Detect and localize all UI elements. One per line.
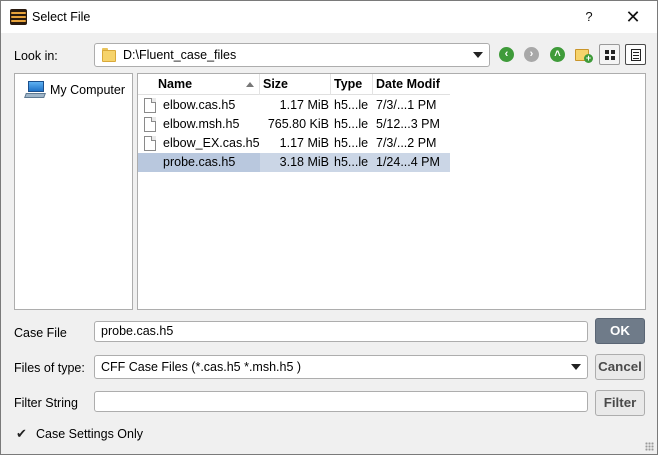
up-folder-icon[interactable]: ˄ — [549, 46, 566, 63]
new-folder-icon[interactable]: + — [575, 46, 593, 63]
file-date: 7/3/...1 PM — [376, 98, 437, 112]
file-type: h5...le — [334, 117, 369, 131]
table-row[interactable]: elbow.msh.h5 765.80 KiB h5...le 5/12...3… — [138, 115, 450, 134]
case-file-input[interactable]: probe.cas.h5 — [94, 321, 588, 342]
fluent-app-icon — [10, 9, 27, 25]
file-size: 3.18 MiB — [279, 155, 329, 169]
file-size: 765.80 KiB — [267, 117, 329, 131]
help-button[interactable]: ? — [576, 6, 602, 28]
computer-icon — [24, 81, 46, 99]
file-name: probe.cas.h5 — [138, 153, 260, 172]
case-file-label: Case File — [14, 326, 67, 340]
select-file-dialog: Select File ? ✕ Look in: D:\Fluent_case_… — [0, 0, 658, 455]
ok-button[interactable]: OK — [595, 318, 645, 344]
table-row[interactable]: elbow_EX.cas.h5 1.17 MiB h5...le 7/3/...… — [138, 134, 450, 153]
file-size: 1.17 MiB — [279, 98, 329, 112]
close-button[interactable]: ✕ — [620, 6, 646, 28]
window-title: Select File — [32, 10, 91, 24]
icon-view-icon[interactable] — [599, 44, 620, 65]
cancel-button[interactable]: Cancel — [595, 354, 645, 380]
filter-button[interactable]: Filter — [595, 390, 645, 416]
sort-ascending-icon — [246, 82, 254, 87]
case-settings-only-label: Case Settings Only — [36, 427, 143, 441]
filter-string-input[interactable] — [94, 391, 588, 412]
file-type: h5...le — [334, 155, 369, 169]
column-header-type[interactable]: Type — [331, 74, 373, 95]
look-in-label: Look in: — [14, 49, 58, 63]
file-date: 7/3/...2 PM — [376, 136, 437, 150]
table-row[interactable]: elbow.cas.h5 1.17 MiB h5...le 7/3/...1 P… — [138, 96, 450, 115]
places-sidebar: My Computer — [14, 73, 133, 310]
files-of-type-select[interactable]: CFF Case Files (*.cas.h5 *.msh.h5 ) — [94, 355, 588, 379]
files-of-type-value: CFF Case Files (*.cas.h5 *.msh.h5 ) — [101, 360, 302, 374]
file-type: h5...le — [334, 136, 369, 150]
files-of-type-label: Files of type: — [14, 361, 85, 375]
resize-grip[interactable] — [645, 442, 654, 451]
sidebar-item-my-computer[interactable]: My Computer — [24, 80, 135, 102]
filter-string-label: Filter String — [14, 396, 78, 410]
file-list-header: Name Size Type Date Modif — [138, 74, 450, 95]
folder-icon — [102, 48, 116, 62]
title-bar: Select File ? ✕ — [1, 1, 657, 33]
column-header-date[interactable]: Date Modif — [373, 74, 450, 95]
table-row-selected[interactable]: probe.cas.h5 3.18 MiB h5...le 1/24...4 P… — [138, 153, 450, 172]
file-name: elbow.cas.h5 — [163, 98, 236, 112]
file-date: 5/12...3 PM — [376, 117, 440, 131]
look-in-combo[interactable]: D:\Fluent_case_files — [94, 43, 490, 67]
chevron-down-icon[interactable] — [473, 52, 483, 58]
chevron-down-icon[interactable] — [571, 364, 581, 370]
forward-icon[interactable]: › — [523, 46, 540, 63]
detail-view-icon[interactable] — [625, 44, 646, 65]
file-name: elbow_EX.cas.h5 — [163, 136, 260, 150]
sidebar-item-label: My Computer — [50, 83, 126, 97]
column-header-size[interactable]: Size — [260, 74, 331, 95]
look-in-value: D:\Fluent_case_files — [123, 48, 237, 62]
file-name: elbow.msh.h5 — [163, 117, 240, 131]
file-type: h5...le — [334, 98, 369, 112]
column-header-name[interactable]: Name — [138, 74, 260, 95]
case-settings-only-checkbox[interactable]: ✔ — [16, 427, 29, 440]
file-date: 1/24...4 PM — [376, 155, 440, 169]
back-icon[interactable]: ‹ — [498, 46, 515, 63]
file-size: 1.17 MiB — [279, 136, 329, 150]
file-list: Name Size Type Date Modif elbow.cas.h5 1… — [137, 73, 646, 310]
